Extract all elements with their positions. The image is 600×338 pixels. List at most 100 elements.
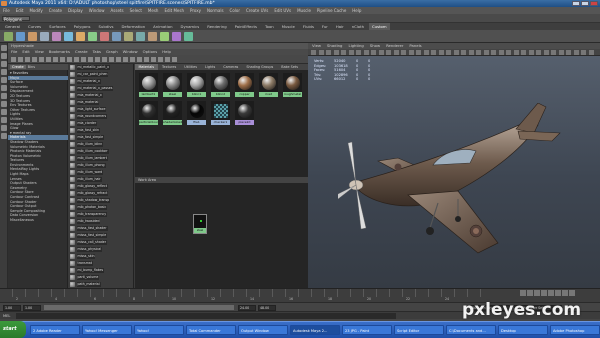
viewport-tool-icon[interactable] (318, 50, 324, 55)
menu-muscle[interactable]: Muscle (297, 7, 311, 14)
viewport-tool-icon[interactable] (506, 50, 511, 55)
node-swatch-row[interactable]: misss_physical (69, 246, 133, 253)
viewport-tool-icon[interactable] (386, 50, 391, 55)
node-swatch-row[interactable]: mia_material (69, 99, 133, 106)
viewport-tool-icon[interactable] (423, 50, 429, 55)
node-swatch-row[interactable]: mi_material_x (69, 78, 133, 85)
shelf-tab-rendering[interactable]: Rendering (204, 23, 229, 30)
taskbar-item[interactable]: C:\Documents and... (446, 325, 496, 335)
taskbar-item[interactable]: Yahoo! Messenger (82, 325, 132, 335)
viewport-tool-icon[interactable] (408, 50, 414, 55)
hypershade-tool-icon[interactable] (18, 57, 23, 62)
hypershade-tool-icon[interactable] (67, 57, 72, 62)
material-swatch[interactable]: steel (163, 73, 182, 97)
step-back-frame-icon[interactable] (534, 290, 540, 296)
material-swatch[interactable]: copper (235, 73, 254, 97)
hypershade-tool-icon[interactable] (25, 57, 30, 62)
shelf-tool-icon[interactable] (136, 32, 145, 41)
viewport-tool-icon[interactable] (566, 50, 571, 55)
menu-create[interactable]: Create (49, 7, 62, 14)
node-swatch-row[interactable]: mib_illum_phong (69, 162, 133, 169)
node-swatch-row[interactable]: mia_material_x (69, 92, 133, 99)
material-tab-textures[interactable]: Textures (159, 64, 180, 70)
viewport-tool-icon[interactable] (581, 50, 586, 55)
hypershade-tool-icon[interactable] (165, 57, 170, 62)
hypershade-tool-icon[interactable] (158, 57, 163, 62)
shelf-tab-subdivs[interactable]: Subdivs (96, 23, 117, 30)
viewport-tool-icon[interactable] (588, 50, 594, 55)
shelf-tool-icon[interactable] (76, 32, 85, 41)
node-swatch-row[interactable]: misss_fast_simple (69, 232, 133, 239)
start-button[interactable]: start (0, 321, 26, 338)
viewport-tool-icon[interactable] (498, 50, 504, 55)
lasso-tool-icon[interactable] (1, 53, 7, 59)
taskbar-item[interactable]: 2 Adobe Reader (30, 325, 80, 335)
node-swatch-row[interactable]: mib_glossy_refract (69, 190, 133, 197)
shelf-tool-icon[interactable] (64, 32, 73, 41)
last-tool-icon[interactable] (1, 101, 7, 107)
shelf-tab-custom[interactable]: Custom (369, 23, 390, 30)
shelf-tab-painteffects[interactable]: PaintEffects (232, 23, 260, 30)
node-swatch-row[interactable]: mia_fast_simple (69, 134, 133, 141)
tree-tab-create[interactable]: Create (10, 65, 26, 69)
start-time-field[interactable]: 1.00 (3, 304, 21, 311)
material-tab-bake-sets[interactable]: Bake Sets (278, 64, 302, 70)
material-tab-materials[interactable]: Materials (135, 64, 158, 70)
menu-display[interactable]: Display (68, 7, 83, 14)
material-swatch[interactable]: blinn1 (187, 73, 206, 97)
layout-single-icon[interactable] (1, 109, 7, 115)
shelf-tool-icon[interactable] (172, 32, 181, 41)
shelf-tool-icon[interactable] (40, 32, 49, 41)
hypershade-tool-icon[interactable] (144, 57, 149, 62)
shelf-tab-toon[interactable]: Toon (262, 23, 277, 30)
shelf-tool-icon[interactable] (100, 32, 109, 41)
viewport-tool-icon[interactable] (378, 50, 384, 55)
shelf-tool-icon[interactable] (184, 32, 193, 41)
node-swatch-row[interactable]: mi_metallic_paint_x (69, 64, 133, 71)
menu-edit[interactable]: Edit (16, 7, 24, 14)
hypershade-tool-icon[interactable] (11, 57, 16, 62)
node-swatch-row[interactable]: mia_roundcorners (69, 113, 133, 120)
material-tab-cameras[interactable]: Cameras (220, 64, 242, 70)
hypershade-tool-icon[interactable] (151, 57, 156, 62)
step-forward-frame-icon[interactable] (555, 290, 561, 296)
node-swatch-row[interactable]: mia_light_surface (69, 106, 133, 113)
viewport-tool-icon[interactable] (363, 50, 369, 55)
node-swatch-row[interactable]: mib_illum_lambert (69, 155, 133, 162)
maximize-icon[interactable] (581, 1, 589, 6)
material-swatch[interactable]: lambert1 (139, 73, 158, 97)
hypershade-tool-icon[interactable] (95, 57, 100, 62)
menu-proxy[interactable]: Proxy (190, 7, 201, 14)
shelf-tool-icon[interactable] (16, 32, 25, 41)
shelf-tab-fluids[interactable]: Fluids (300, 23, 317, 30)
shelf-tab-surfaces[interactable]: Surfaces (46, 23, 68, 30)
node-swatch-row[interactable]: mib_illum_ward (69, 169, 133, 176)
hypershade-tool-icon[interactable] (60, 57, 65, 62)
viewport-tool-icon[interactable] (521, 50, 526, 55)
layout-persp-outliner-icon[interactable] (1, 125, 7, 131)
material-tab-lights[interactable]: Lights (202, 64, 219, 70)
viewport-tool-icon[interactable] (513, 50, 519, 55)
viewport-tool-icon[interactable] (393, 50, 399, 55)
shelf-tab-fur[interactable]: Fur (319, 23, 331, 30)
viewport-tool-icon[interactable] (446, 50, 451, 55)
shelf-tab-ncloth[interactable]: nCloth (349, 23, 367, 30)
shelf-tool-icon[interactable] (4, 32, 13, 41)
hypershade-tool-icon[interactable] (81, 57, 86, 62)
shelf-tab-hair[interactable]: Hair (333, 23, 347, 30)
node-swatch-row[interactable]: misss_call_shader (69, 239, 133, 246)
viewport-tool-icon[interactable] (476, 50, 481, 55)
node-swatch-row[interactable]: mi_bump_flakes (69, 267, 133, 274)
node-swatch-row[interactable]: mib_glossy_reflect (69, 183, 133, 190)
menu-pipeline-cache[interactable]: Pipeline Cache (317, 7, 346, 14)
taskbar-item[interactable]: Total Commander (186, 325, 236, 335)
command-language-label[interactable]: MEL (3, 314, 10, 318)
menu-modify[interactable]: Modify (29, 7, 42, 14)
paint-select-icon[interactable] (1, 61, 7, 67)
viewport-tool-icon[interactable] (528, 50, 534, 55)
step-back-key-icon[interactable] (527, 290, 533, 296)
viewport-tool-icon[interactable] (453, 50, 459, 55)
layout-persp-graph-icon[interactable] (1, 133, 7, 139)
node-swatch-row[interactable]: mib_shadow_transp (69, 197, 133, 204)
viewport-tool-icon[interactable] (461, 50, 466, 55)
